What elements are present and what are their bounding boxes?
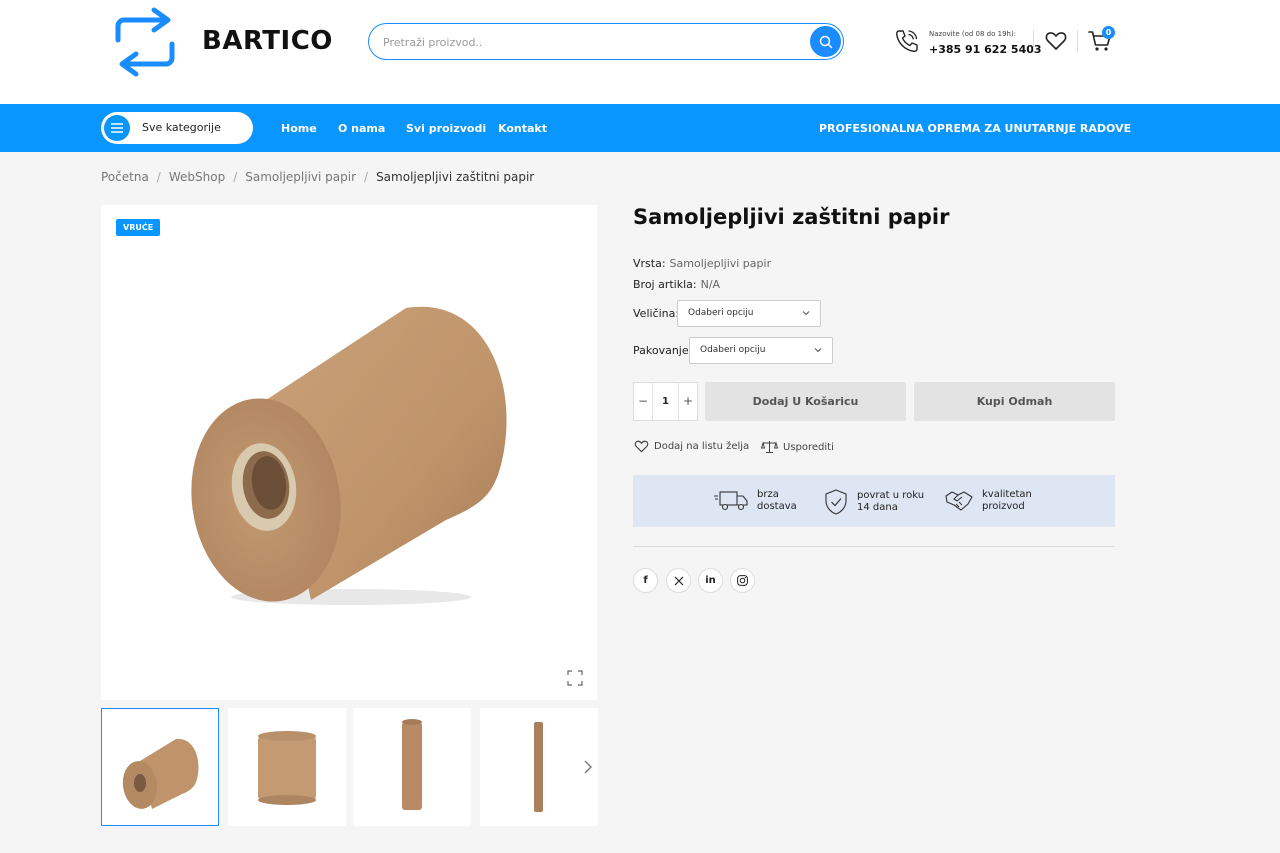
menu-icon — [104, 115, 130, 141]
shield-check-icon — [825, 489, 847, 515]
paper-roll-image — [191, 306, 507, 605]
size-select[interactable]: Odaberi opciju — [677, 300, 821, 327]
compare-label: Usporediti — [783, 441, 834, 453]
feature-1-line2: dostava — [757, 501, 797, 512]
product-sku-value: N/A — [700, 278, 721, 291]
quantity-decrease-button[interactable]: − — [634, 383, 653, 420]
cart-count-badge: 0 — [1102, 26, 1115, 39]
nav-link-about[interactable]: O nama — [338, 122, 385, 135]
divider — [633, 546, 1115, 547]
search-icon — [819, 35, 832, 48]
product-type: Vrsta: Samoljepljivi papir — [633, 257, 771, 270]
feature-3-line1: kvalitetan — [982, 489, 1032, 500]
thumbnail-3[interactable] — [353, 708, 471, 826]
features-bar: brza dostava povrat u roku 14 dana kvalite… — [633, 475, 1115, 527]
facebook-icon[interactable]: f — [633, 568, 658, 593]
heart-icon — [634, 440, 649, 453]
breadcrumb-separator: / — [156, 170, 161, 184]
quantity-increase-button[interactable]: + — [678, 383, 697, 420]
breadcrumb-current: Samoljepljivi zaštitni papir — [376, 170, 535, 184]
feature-2-line2: 14 dana — [857, 502, 898, 513]
phone-icon — [895, 30, 918, 53]
feature-1-line1: brza — [757, 489, 779, 500]
size-label: Veličina: — [633, 307, 680, 320]
feature-3-line2: proizvod — [982, 501, 1025, 512]
brand-name[interactable]: BARTICO — [202, 26, 333, 56]
feature-2-line1: povrat u roku — [857, 490, 925, 501]
x-icon[interactable] — [666, 568, 691, 593]
nav-link-contact[interactable]: Kontakt — [498, 122, 547, 135]
site-header: BARTICO Nazovite (od 08 do 19h): +385 91… — [0, 0, 1280, 104]
packaging-label: Pakovanje: — [633, 344, 693, 357]
scale-icon — [761, 441, 778, 453]
quantity-value[interactable]: 1 — [653, 383, 678, 420]
product-type-label: Vrsta: — [633, 257, 666, 270]
breadcrumb-webshop[interactable]: WebShop — [169, 170, 225, 184]
breadcrumb-separator: / — [233, 170, 238, 184]
wishlist-label: Dodaj na listu želja — [654, 441, 750, 452]
add-to-cart-button[interactable]: Dodaj U Košaricu — [705, 382, 906, 421]
handshake-icon — [945, 491, 973, 511]
buy-now-button[interactable]: Kupi Odmah — [914, 382, 1115, 421]
search-button[interactable] — [810, 26, 841, 57]
product-sku: Broj artikla: N/A — [633, 278, 720, 291]
feature-return-14-days: povrat u roku 14 dana — [823, 488, 924, 516]
product-main-image[interactable]: VRUĆE — [101, 205, 597, 700]
nav-link-all-products[interactable]: Svi proizvodi — [406, 122, 486, 135]
chevron-down-icon — [814, 348, 822, 353]
breadcrumb: Početna / WebShop / Samoljepljivi papir / Samo… — [101, 170, 534, 184]
product-sku-label: Broj artikla: — [633, 278, 697, 291]
call-label: Nazovite (od 08 do 19h): — [929, 30, 1017, 38]
compare-link[interactable]: Usporediti — [761, 440, 834, 454]
thumbnail-1[interactable] — [101, 708, 219, 826]
all-categories-button[interactable]: Sve kategorije — [101, 112, 253, 144]
breadcrumb-category[interactable]: Samoljepljivi papir — [245, 170, 356, 184]
breadcrumb-home[interactable]: Početna — [101, 170, 149, 184]
header-divider — [1033, 30, 1034, 52]
thumbnail-2[interactable] — [228, 708, 346, 826]
size-select-value: Odaberi opciju — [688, 308, 754, 318]
promo-text: PROFESIONALNA OPREMA ZA UNUTARNJE RADOVE — [819, 122, 1132, 135]
thumbnail-tall-roll-image — [402, 719, 422, 810]
thumbnail-roll-front-image — [258, 731, 316, 805]
chevron-down-icon — [802, 311, 810, 316]
all-categories-label: Sve kategorije — [142, 121, 221, 134]
linkedin-icon[interactable]: in — [698, 568, 723, 593]
breadcrumb-separator: / — [364, 170, 369, 184]
thumbnail-roll-image — [122, 738, 199, 809]
instagram-icon[interactable] — [730, 568, 755, 593]
feature-quality-product: kvalitetan proizvod — [944, 488, 1032, 514]
call-number[interactable]: +385 91 622 5403 — [929, 43, 1042, 56]
search-bar — [368, 23, 844, 60]
fullscreen-icon[interactable] — [567, 670, 583, 686]
main-nav: Sve kategorije Home O nama Svi proizvodi… — [0, 104, 1280, 152]
quantity-stepper: − 1 + — [633, 382, 698, 421]
truck-icon — [714, 491, 748, 511]
packaging-select[interactable]: Odaberi opciju — [689, 337, 833, 364]
packaging-select-value: Odaberi opciju — [700, 345, 766, 355]
logo-icon[interactable] — [112, 6, 178, 78]
nav-link-home[interactable]: Home — [281, 122, 317, 135]
add-to-wishlist-link[interactable]: Dodaj na listu želja — [634, 440, 749, 453]
search-input[interactable] — [383, 32, 803, 52]
wishlist-heart-icon[interactable] — [1045, 31, 1067, 51]
product-title: Samoljepljivi zaštitni papir — [633, 205, 950, 229]
chevron-right-icon[interactable] — [580, 756, 596, 778]
header-divider — [1077, 30, 1078, 52]
product-type-value[interactable]: Samoljepljivi papir — [670, 257, 772, 270]
feature-fast-delivery: brza dostava — [713, 488, 797, 514]
